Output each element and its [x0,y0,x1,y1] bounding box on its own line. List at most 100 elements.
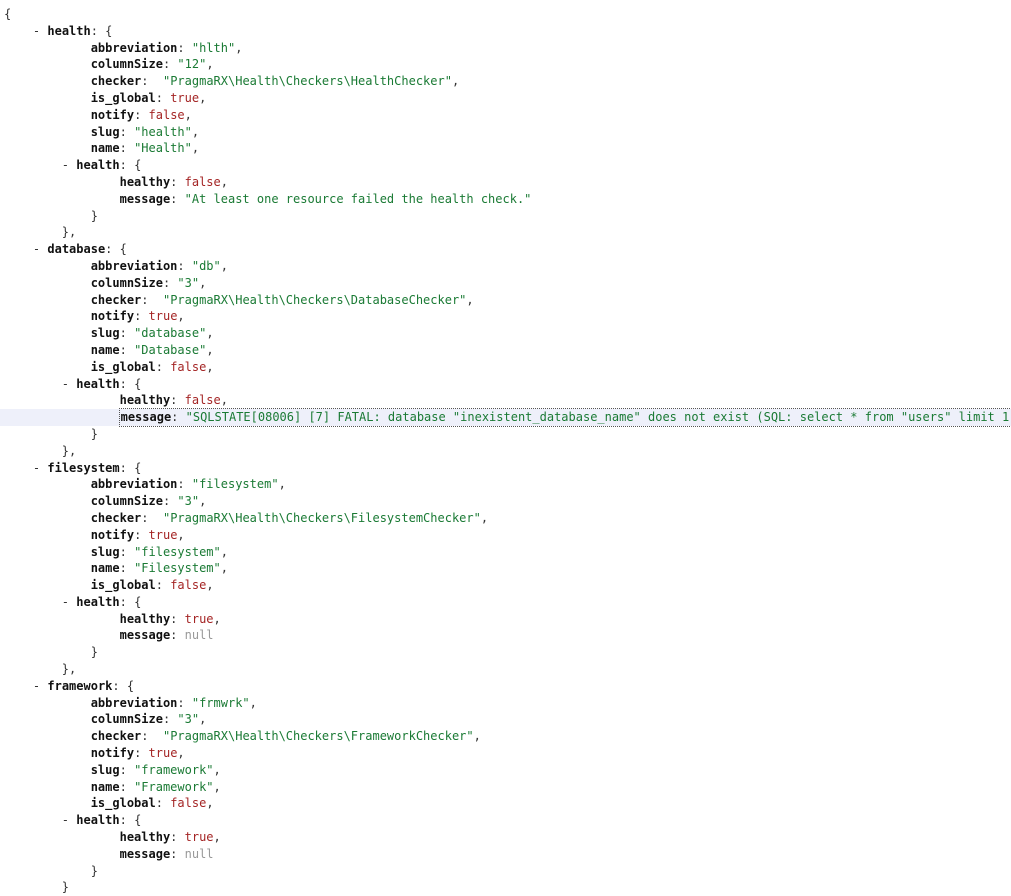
json-punctuation: : [170,628,185,643]
json-key: notify [90,527,135,542]
json-line[interactable]: }, [0,661,1011,678]
json-line[interactable]: - database: { [0,241,1011,258]
json-boolean-value: false [170,359,207,374]
line-tokens: checker: "PragmaRX\Health\Checkers\Datab… [91,293,474,307]
json-line[interactable]: message: null [0,627,1011,644]
json-line[interactable]: healthy: true, [0,611,1011,628]
json-line[interactable]: columnSize: "3", [0,275,1011,292]
json-punctuation: , [191,141,200,156]
line-tokens: framework: { [47,679,134,693]
json-line[interactable]: - health: { [0,23,1011,40]
json-line[interactable]: abbreviation: "frmwrk", [0,695,1011,712]
json-string-value: "At least one resource failed the health… [184,191,532,206]
json-line[interactable]: } [0,644,1011,661]
json-line[interactable]: name: "Health", [0,140,1011,157]
json-line-selected[interactable]: message: "SQLSTATE[08006] [7] FATAL: dat… [0,408,1011,427]
json-line[interactable]: - framework: { [0,678,1011,695]
line-tokens: columnSize: "12", [91,57,214,71]
json-line[interactable]: abbreviation: "filesystem", [0,476,1011,493]
json-line[interactable]: healthy: true, [0,829,1011,846]
json-line[interactable]: notify: true, [0,527,1011,544]
json-line[interactable]: } [0,863,1011,880]
json-line[interactable]: - health: { [0,594,1011,611]
json-boolean-value: true [184,830,214,845]
json-line[interactable]: is_global: false, [0,577,1011,594]
json-key: abbreviation [90,40,178,55]
json-punctuation: : [119,779,135,794]
json-boolean-value: true [148,527,178,542]
json-line[interactable]: abbreviation: "db", [0,258,1011,275]
json-line[interactable]: healthy: false, [0,174,1011,191]
json-punctuation: : [119,326,135,341]
json-line[interactable]: notify: true, [0,308,1011,325]
json-line[interactable]: } [0,879,1011,896]
json-line[interactable]: abbreviation: "hlth", [0,40,1011,57]
json-punctuation: , [213,762,221,777]
line-tokens: }, [62,444,76,458]
json-key: checker [90,729,142,744]
json-line[interactable]: }, [0,443,1011,460]
line-tokens: name: "Filesystem", [91,561,228,575]
json-line[interactable]: - health: { [0,376,1011,393]
json-line[interactable]: healthy: false, [0,392,1011,409]
json-line[interactable]: columnSize: "12", [0,56,1011,73]
json-line[interactable]: - health: { [0,157,1011,174]
collapse-toggle-icon[interactable]: - [62,158,69,172]
json-punctuation: , [451,74,460,89]
json-key: checker [90,292,142,307]
json-punctuation: : { [105,242,127,257]
json-punctuation: , [199,712,207,727]
json-line[interactable]: columnSize: "3", [0,493,1011,510]
json-punctuation: : [162,275,178,290]
line-tokens: } [91,209,98,223]
json-key: columnSize [90,57,163,72]
json-boolean-value: false [170,578,207,593]
json-line[interactable]: name: "Framework", [0,779,1011,796]
collapse-toggle-icon[interactable]: - [62,377,69,391]
json-key: slug [90,544,120,559]
json-line[interactable]: - filesystem: { [0,460,1011,477]
selection-box[interactable]: message: "SQLSTATE[08006] [7] FATAL: dat… [118,408,1011,427]
json-punctuation: : [141,510,163,525]
json-line[interactable]: is_global: false, [0,359,1011,376]
json-line[interactable]: message: "At least one resource failed t… [0,191,1011,208]
json-line[interactable]: name: "Filesystem", [0,560,1011,577]
json-line[interactable]: } [0,208,1011,225]
json-line[interactable]: columnSize: "3", [0,711,1011,728]
json-line[interactable]: message: null [0,846,1011,863]
json-line[interactable]: checker: "PragmaRX\Health\Checkers\Datab… [0,292,1011,309]
json-punctuation: , [206,578,214,593]
json-line[interactable]: slug: "framework", [0,762,1011,779]
json-key: message [119,846,171,861]
json-key: abbreviation [90,695,178,710]
json-punctuation: : [119,561,135,576]
json-line[interactable]: name: "Database", [0,342,1011,359]
json-line[interactable]: checker: "PragmaRX\Health\Checkers\Healt… [0,73,1011,90]
json-line[interactable]: notify: false, [0,107,1011,124]
collapse-toggle-icon[interactable]: - [62,813,69,827]
line-tokens: health: { [76,158,141,172]
json-tree-viewer[interactable]: { - health: { abbreviation: "hlth", colu… [0,0,1011,896]
json-line[interactable]: is_global: false, [0,795,1011,812]
json-line[interactable]: slug: "health", [0,124,1011,141]
json-line[interactable]: notify: true, [0,745,1011,762]
json-line[interactable]: is_global: true, [0,90,1011,107]
json-line[interactable]: } [0,426,1011,443]
json-line[interactable]: slug: "filesystem", [0,544,1011,561]
json-line[interactable]: slug: "database", [0,325,1011,342]
line-tokens: notify: true, [91,309,185,323]
json-key: healthy [119,611,171,626]
json-line[interactable]: }, [0,224,1011,241]
json-punctuation: : { [119,460,142,475]
json-line[interactable]: { [0,6,1011,23]
json-line[interactable]: checker: "PragmaRX\Health\Checkers\Frame… [0,728,1011,745]
json-line[interactable]: - health: { [0,812,1011,829]
line-tokens: is_global: false, [91,578,214,592]
json-line[interactable]: checker: "PragmaRX\Health\Checkers\Files… [0,510,1011,527]
collapse-toggle-icon[interactable]: - [62,595,69,609]
